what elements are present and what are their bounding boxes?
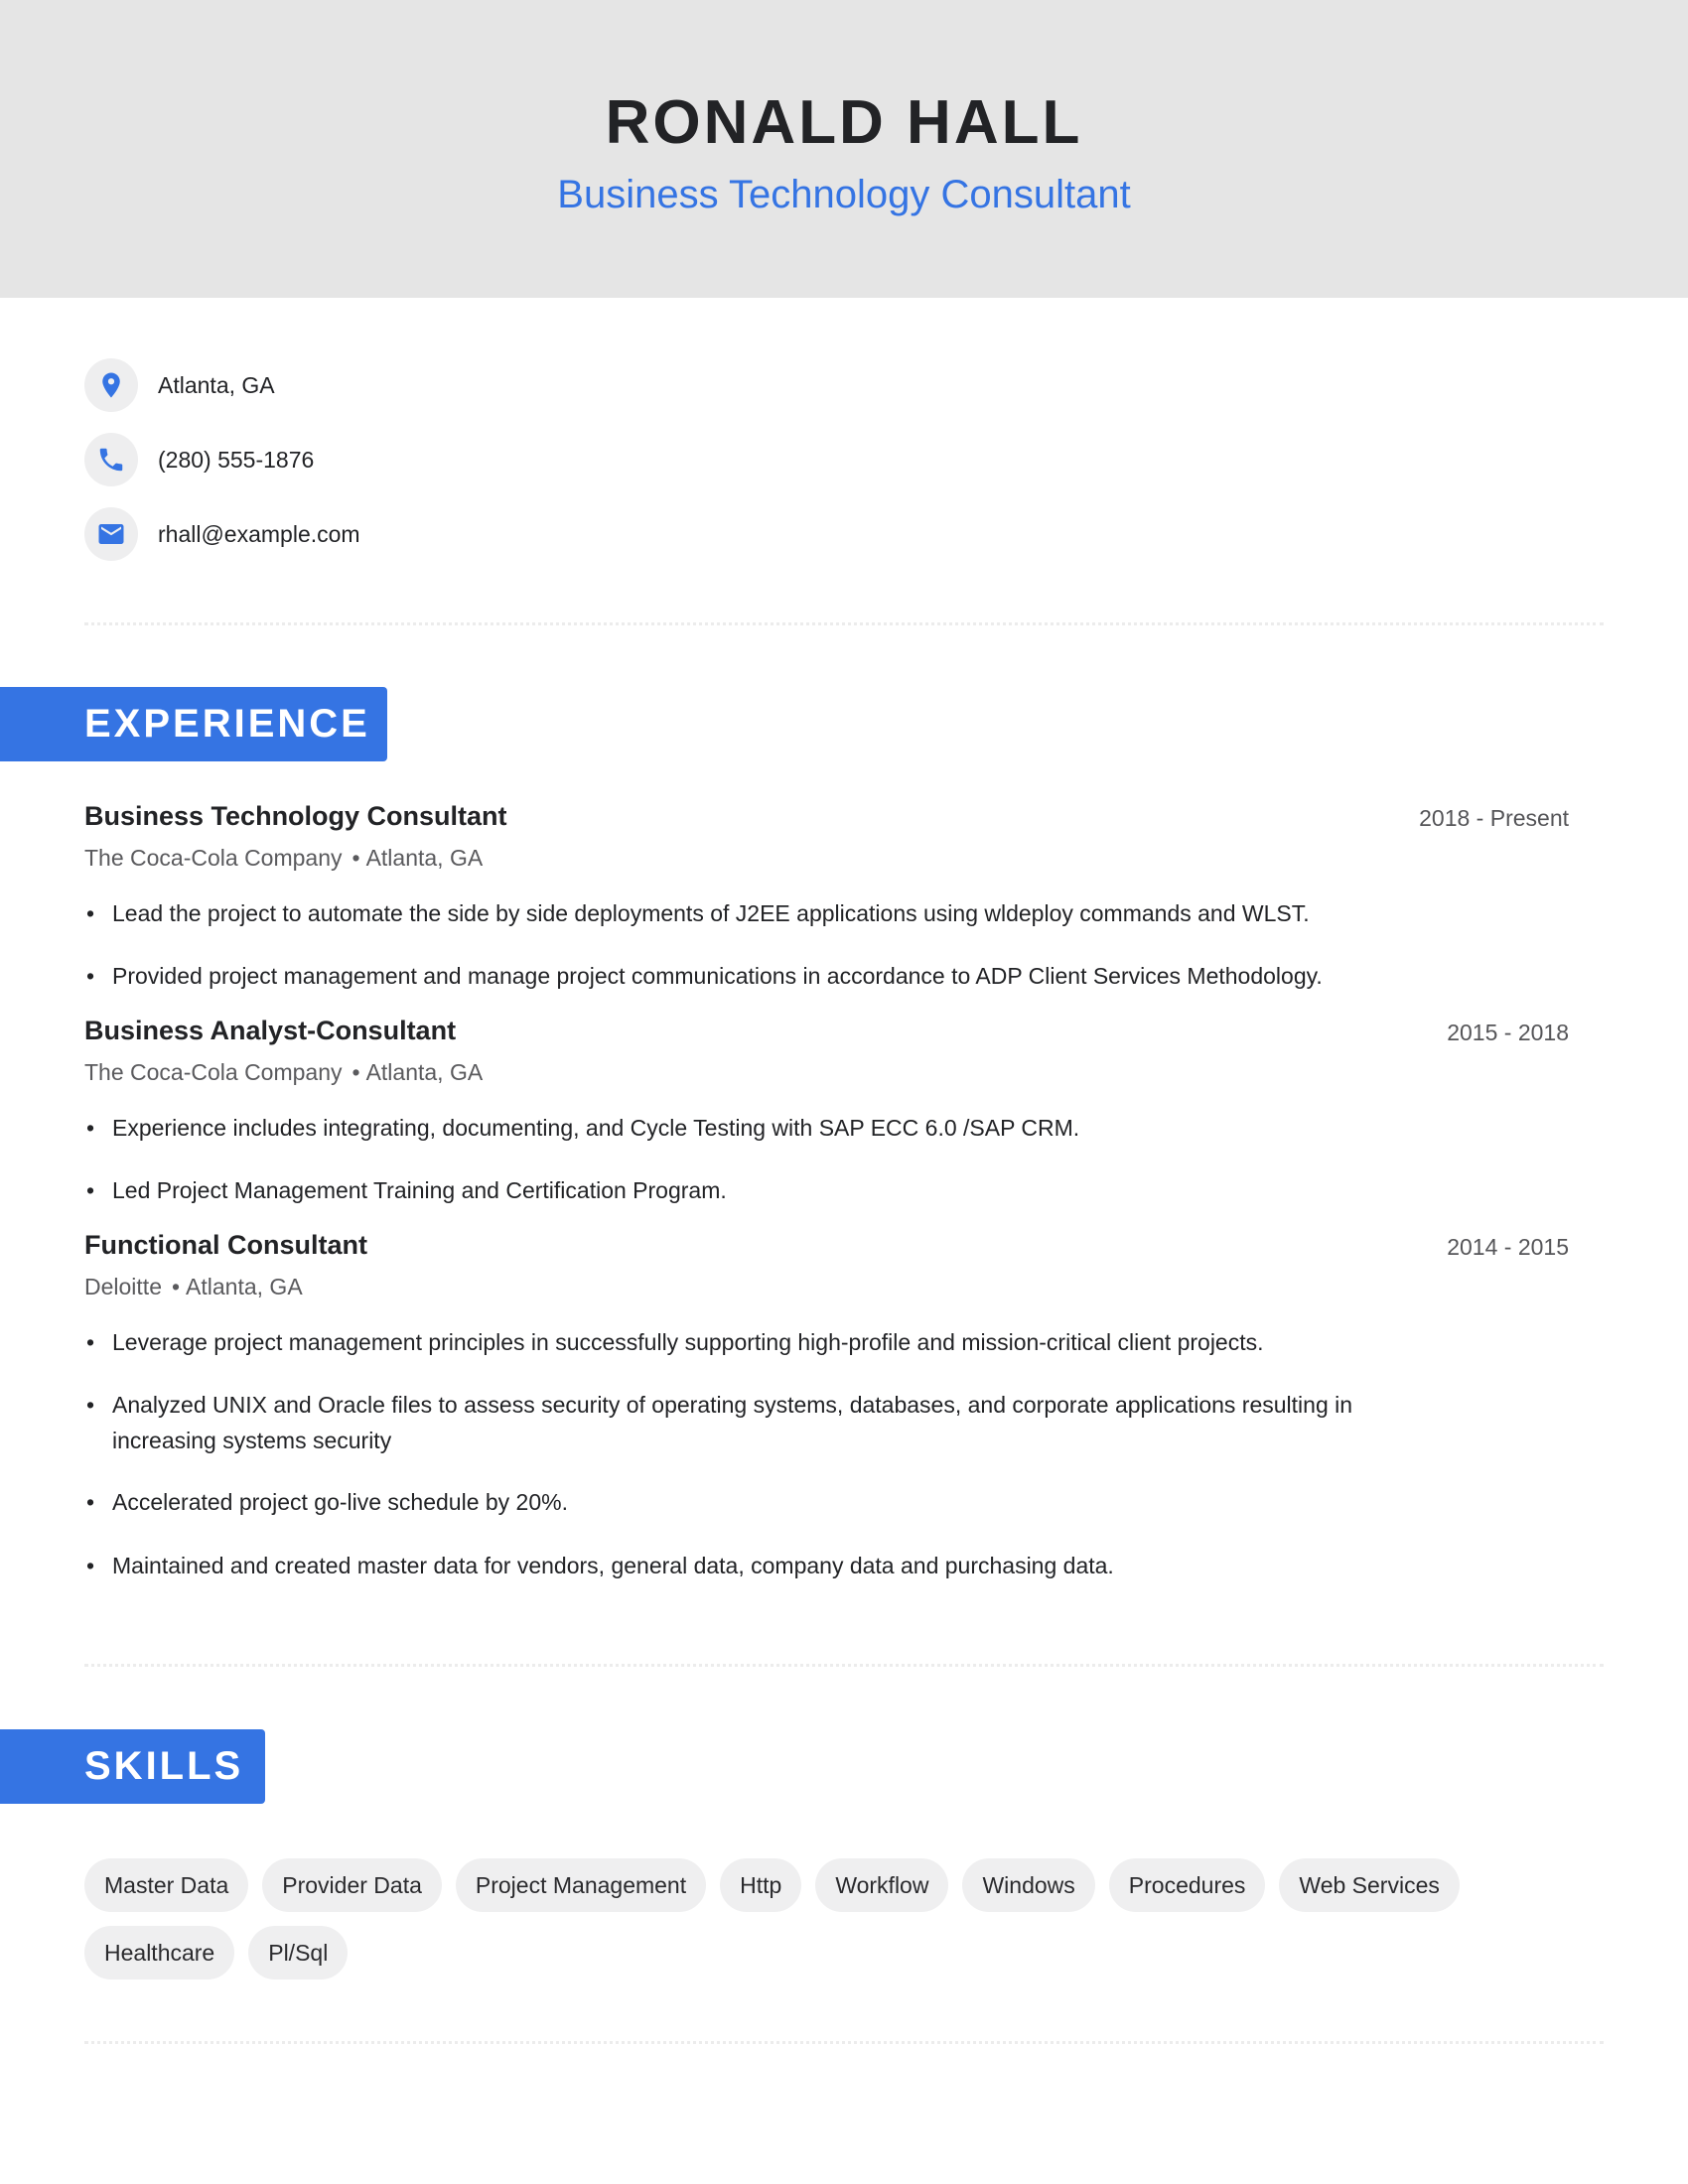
job-bullet: Maintained and created master data for v…	[84, 1548, 1435, 1583]
job-company: Deloitte	[84, 1274, 162, 1299]
job-company: The Coca-Cola Company	[84, 845, 343, 871]
skill-chip: Master Data	[84, 1858, 249, 1912]
experience-heading: EXPERIENCE	[0, 687, 387, 761]
skill-chip: Procedures	[1108, 1858, 1266, 1912]
separator-dot: •	[352, 1059, 360, 1085]
job-company: The Coca-Cola Company	[84, 1059, 343, 1085]
skill-chip: Project Management	[455, 1858, 707, 1912]
job-location: Atlanta, GA	[186, 1274, 303, 1299]
contact-location-text: Atlanta, GA	[158, 371, 275, 398]
job-company-line: Deloitte • Atlanta, GA	[84, 1273, 303, 1300]
job-bullet: Accelerated project go-live schedule by …	[84, 1484, 1435, 1520]
contact-phone-text: (280) 555-1876	[158, 446, 315, 473]
section-divider	[84, 622, 1604, 625]
job-location: Atlanta, GA	[365, 1059, 484, 1085]
skill-chip: Workflow	[815, 1858, 949, 1912]
skills-list: Master Data Provider Data Project Manage…	[84, 1858, 1604, 1979]
resume-header: RONALD HALL Business Technology Consulta…	[0, 0, 1688, 298]
job-dates: 2014 - 2015	[1447, 1234, 1569, 1260]
email-icon	[84, 507, 138, 561]
skill-chip: Pl/Sql	[248, 1926, 349, 1979]
job-dates: 2015 - 2018	[1447, 1020, 1569, 1045]
contact-email: rhall@example.com	[84, 507, 360, 561]
skill-chip: Healthcare	[84, 1926, 235, 1979]
job-bullet: Leverage project management principles i…	[84, 1324, 1435, 1360]
job-company-line: The Coca-Cola Company • Atlanta, GA	[84, 844, 483, 872]
job-bullet: Provided project management and manage p…	[84, 958, 1435, 994]
skill-chip: Web Services	[1279, 1858, 1460, 1912]
job-title: Functional Consultant	[84, 1230, 367, 1260]
contact-location: Atlanta, GA	[84, 358, 275, 412]
job-company-line: The Coca-Cola Company • Atlanta, GA	[84, 1058, 483, 1086]
skills-heading-text: SKILLS	[84, 1744, 244, 1788]
contact-email-text[interactable]: rhall@example.com	[158, 521, 360, 548]
contact-phone: (280) 555-1876	[84, 433, 314, 486]
job-location: Atlanta, GA	[365, 845, 484, 871]
experience-heading-text: EXPERIENCE	[84, 702, 370, 746]
separator-dot: •	[352, 845, 360, 871]
job-title: Business Technology Consultant	[84, 801, 507, 831]
job-bullet: Lead the project to automate the side by…	[84, 895, 1435, 931]
location-pin-icon	[84, 358, 138, 412]
section-divider	[84, 1664, 1604, 1667]
job-title: Business Analyst-Consultant	[84, 1016, 457, 1045]
skills-heading: SKILLS	[0, 1729, 265, 1804]
skill-chip: Windows	[962, 1858, 1095, 1912]
job-bullet: Experience includes integrating, documen…	[84, 1110, 1435, 1146]
job-dates: 2018 - Present	[1419, 805, 1569, 831]
separator-dot: •	[171, 1274, 181, 1299]
job-bullet: Analyzed UNIX and Oracle files to assess…	[84, 1387, 1435, 1458]
section-divider	[84, 2041, 1604, 2044]
candidate-name: RONALD HALL	[605, 88, 1083, 157]
phone-icon	[84, 433, 138, 486]
skill-chip: Provider Data	[262, 1858, 442, 1912]
candidate-title: Business Technology Consultant	[557, 173, 1131, 216]
job-bullet: Led Project Management Training and Cert…	[84, 1172, 1435, 1208]
skill-chip: Http	[720, 1858, 802, 1912]
